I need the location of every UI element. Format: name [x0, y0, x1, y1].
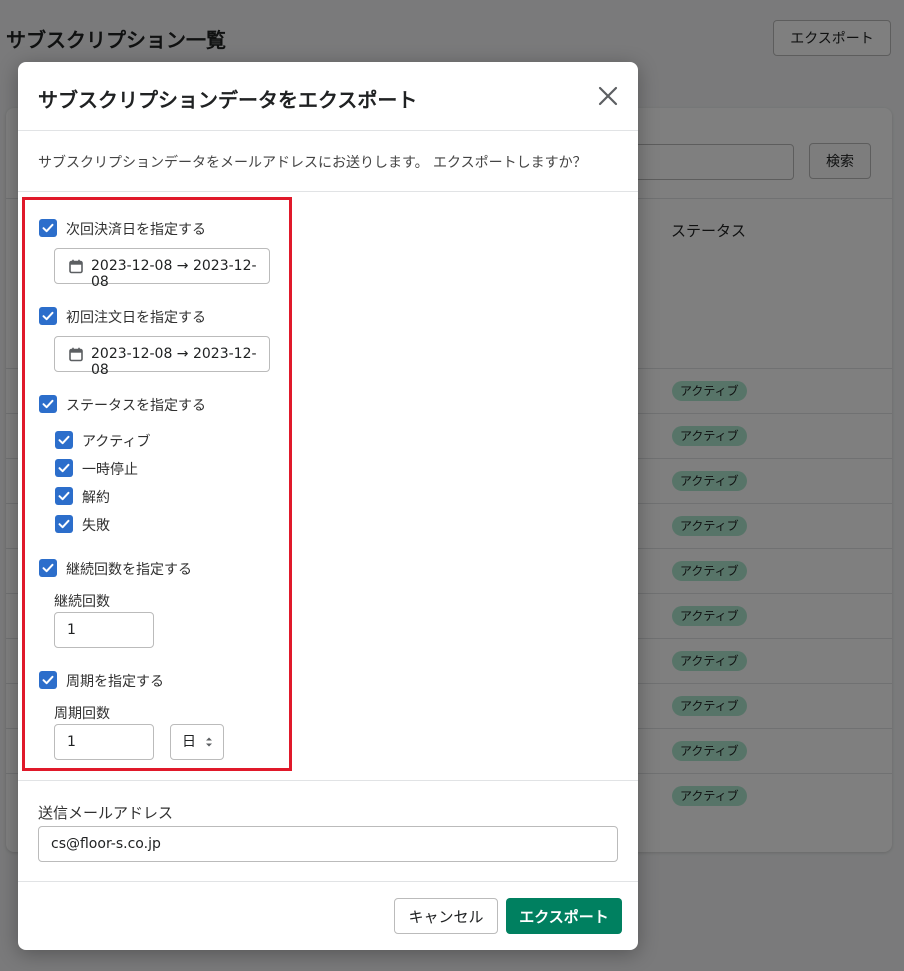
- next-payment-date-range[interactable]: 2023-12-08 → 2023-12-08: [54, 248, 270, 290]
- modal-title: サブスクリプションデータをエクスポート: [38, 88, 418, 112]
- calendar-icon: [69, 259, 83, 274]
- continuation-checkbox[interactable]: [39, 559, 57, 577]
- first-order-date-range[interactable]: 2023-12-08 → 2023-12-08: [54, 336, 270, 378]
- status-active-label: アクティブ: [82, 434, 151, 450]
- status-paused-label: 一時停止: [82, 462, 138, 478]
- close-icon[interactable]: [596, 84, 620, 108]
- cycle-field-label: 周期回数: [54, 706, 110, 722]
- modal-header: サブスクリプションデータをエクスポート: [18, 62, 638, 131]
- date-range-text: 2023-12-08 → 2023-12-08: [91, 346, 257, 378]
- email-section: 送信メールアドレス cs@floor-s.co.jp: [18, 780, 638, 882]
- export-modal: サブスクリプションデータをエクスポート サブスクリプションデータをメールアドレス…: [18, 62, 638, 950]
- status-active-checkbox[interactable]: [55, 431, 73, 449]
- continuation-count-input[interactable]: 1: [54, 612, 154, 648]
- cycle-unit-select[interactable]: 日: [170, 724, 224, 760]
- cycle-unit-value: 日: [182, 734, 196, 750]
- status-cancelled-checkbox[interactable]: [55, 487, 73, 505]
- status-checkbox[interactable]: [39, 395, 57, 413]
- status-paused-checkbox[interactable]: [55, 459, 73, 477]
- email-field[interactable]: cs@floor-s.co.jp: [38, 826, 618, 862]
- continuation-label: 継続回数を指定する: [66, 562, 192, 578]
- cycle-label: 周期を指定する: [66, 674, 164, 690]
- status-label: ステータスを指定する: [66, 398, 206, 414]
- select-arrows-icon: [206, 737, 212, 747]
- modal-description-section: サブスクリプションデータをメールアドレスにお送りします。 エクスポートしますか？: [18, 131, 638, 192]
- email-label: 送信メールアドレス: [38, 804, 174, 822]
- calendar-icon: [69, 347, 83, 362]
- cancel-button[interactable]: キャンセル: [394, 898, 498, 934]
- first-order-checkbox[interactable]: [39, 307, 57, 325]
- export-options: 次回決済日を指定する 2023-12-08 → 2023-12-08 初回注文日…: [18, 193, 638, 781]
- status-cancelled-label: 解約: [82, 490, 110, 506]
- export-button[interactable]: エクスポート: [506, 898, 622, 934]
- date-range-text: 2023-12-08 → 2023-12-08: [91, 258, 257, 290]
- first-order-label: 初回注文日を指定する: [66, 310, 206, 326]
- continuation-field-label: 継続回数: [54, 594, 110, 610]
- cycle-count-input[interactable]: 1: [54, 724, 154, 760]
- cycle-checkbox[interactable]: [39, 671, 57, 689]
- modal-description: サブスクリプションデータをメールアドレスにお送りします。 エクスポートしますか？: [38, 155, 587, 171]
- status-failed-checkbox[interactable]: [55, 515, 73, 533]
- status-failed-label: 失敗: [82, 518, 110, 534]
- next-payment-checkbox[interactable]: [39, 219, 57, 237]
- next-payment-label: 次回決済日を指定する: [66, 222, 206, 238]
